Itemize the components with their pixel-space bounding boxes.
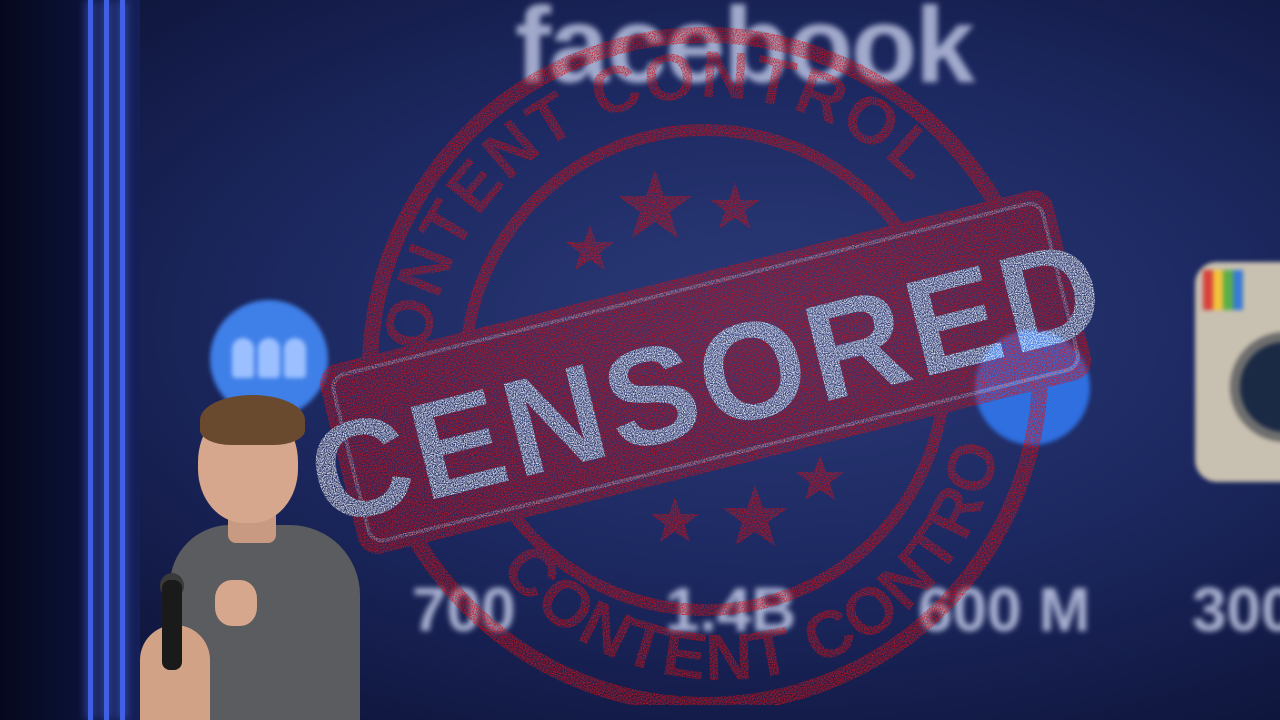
censored-stamp: CONTENT CONTROL CONTENT CONTROL CENSORED — [0, 0, 1121, 713]
star-icon — [651, 497, 699, 542]
star-icon — [566, 225, 614, 270]
star-icon — [618, 170, 692, 238]
star-icon — [722, 485, 788, 546]
photo-scene: facebook 700 1.4B 600 M 300 ONTENT CONTR… — [0, 0, 1280, 720]
star-icon — [710, 182, 760, 229]
star-icon — [796, 455, 844, 500]
